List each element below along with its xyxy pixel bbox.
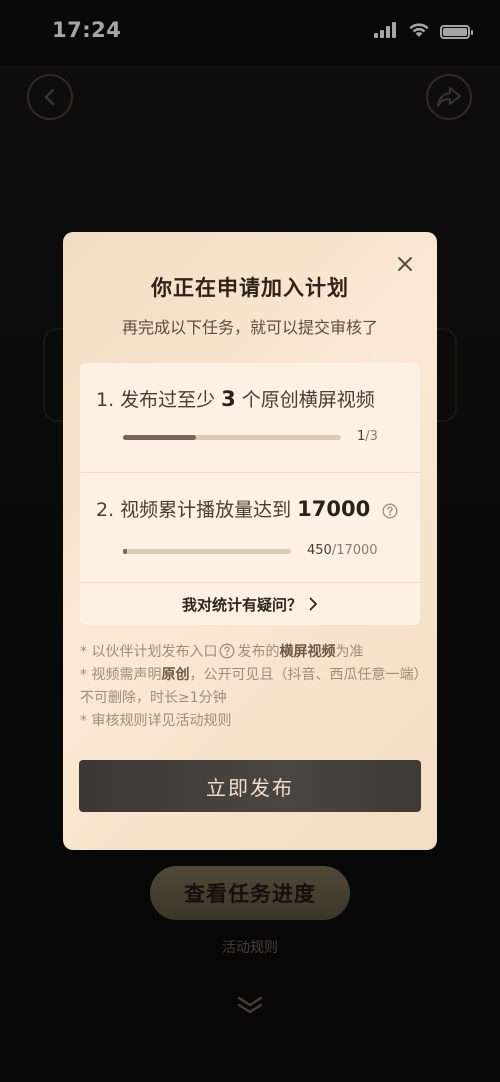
help-icon[interactable] — [219, 643, 235, 659]
task-item: 1. 发布过至少 3 个原创横屏视频 1/3 — [80, 363, 420, 471]
publish-now-button[interactable]: 立即发布 — [79, 760, 421, 812]
task-panel: 1. 发布过至少 3 个原创横屏视频 1/3 2. 视频累计播放量达到 17000 — [80, 363, 420, 625]
task-prefix: 2. 视频累计播放量达到 — [96, 499, 292, 521]
note-item: * 视频需声明原创，公开可见且（抖音、西瓜任意一端）不可删除，时长≥1分钟 — [80, 664, 425, 710]
close-icon — [398, 257, 412, 271]
task-description: 1. 发布过至少 3 个原创横屏视频 — [96, 385, 375, 412]
task-progress-fill — [123, 435, 196, 440]
modal-title: 你正在申请加入计划 — [151, 276, 349, 300]
note-emphasis: 横屏视频 — [279, 644, 336, 660]
task-progress-count: 1/3 — [357, 429, 378, 444]
stats-question-label: 我对统计有疑问？ — [181, 595, 302, 614]
note-item: * 以伙伴计划发布入口 发布的横屏视频为准 — [80, 641, 425, 664]
task-progress-fill — [123, 549, 128, 554]
note-text: 为准 — [335, 644, 364, 660]
note-text: * 以伙伴计划发布入口 — [80, 644, 218, 660]
task-progress-bar — [123, 435, 341, 440]
task-target-number: 3 — [221, 387, 236, 411]
task-prefix: 1. 发布过至少 — [96, 389, 216, 411]
note-emphasis: 原创 — [161, 667, 190, 683]
help-icon[interactable] — [382, 503, 398, 519]
progress-total: /3 — [365, 429, 378, 444]
task-progress-count: 450/17000 — [307, 543, 378, 558]
task-item: 2. 视频累计播放量达到 17000 450/17000 — [80, 472, 420, 581]
stats-question-link[interactable]: 我对统计有疑问？ — [80, 582, 420, 625]
note-item: * 审核规则详见活动规则 — [80, 713, 232, 729]
note-text: * 视频需声明 — [80, 667, 162, 683]
note-text: 发布的 — [237, 644, 280, 660]
task-target-number: 17000 — [297, 497, 371, 521]
task-progress-bar — [123, 549, 291, 554]
progress-total: /17000 — [331, 543, 378, 558]
task-suffix: 个原创横屏视频 — [241, 389, 375, 411]
chevron-right-icon — [309, 597, 317, 611]
task-description: 2. 视频累计播放量达到 17000 — [96, 495, 398, 522]
progress-current: 450 — [307, 543, 332, 558]
modal-subtitle: 再完成以下任务，就可以提交审核了 — [121, 318, 378, 337]
rule-notes: * 以伙伴计划发布入口 发布的横屏视频为准 * 视频需声明原创，公开可见且（抖音、… — [80, 641, 425, 733]
join-plan-modal: 你正在申请加入计划 再完成以下任务，就可以提交审核了 1. 发布过至少 3 个原创横… — [63, 232, 437, 850]
